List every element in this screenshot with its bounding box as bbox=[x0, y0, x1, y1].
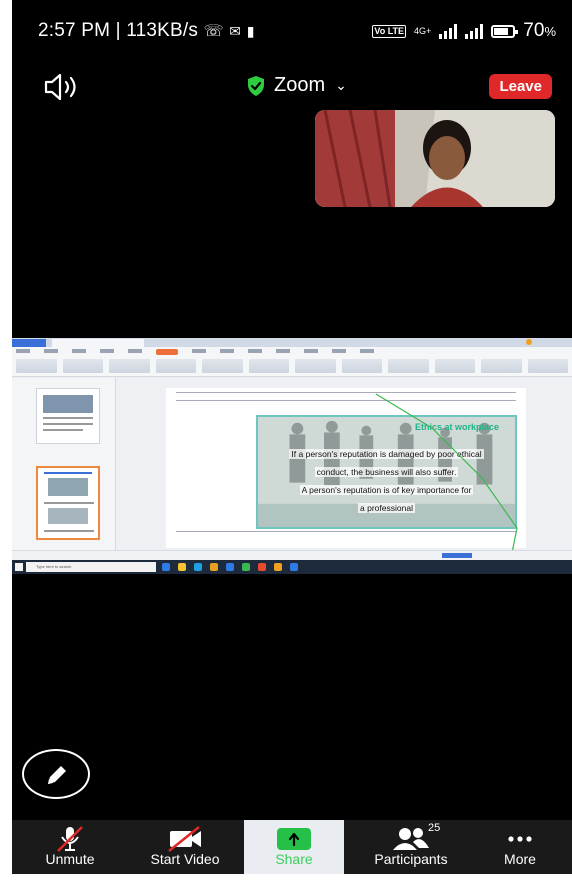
app-icon bbox=[226, 563, 234, 571]
video-record-icon: ▮ bbox=[246, 23, 255, 39]
app-icon bbox=[162, 563, 170, 571]
battery-percent: 70% bbox=[523, 20, 556, 42]
signal-icon-2 bbox=[465, 23, 484, 39]
chevron-down-icon: ⌄ bbox=[335, 77, 347, 93]
app-title: Zoom bbox=[274, 74, 326, 96]
icon-wrap bbox=[356, 826, 466, 852]
speaker-icon[interactable] bbox=[42, 72, 82, 102]
zoom-meeting-screen: 2:57 PM | 113KB/s ☏ ✉ ▮ Vo LTE 4G+ 70% Z… bbox=[12, 0, 572, 874]
app-icon bbox=[258, 563, 266, 571]
app-icon bbox=[242, 563, 250, 571]
video-off-icon bbox=[168, 826, 201, 852]
unmute-button[interactable]: Unmute bbox=[20, 820, 120, 874]
wps-status-row bbox=[12, 550, 572, 560]
taskbar-search: Type here to search bbox=[26, 562, 156, 572]
self-video-thumbnail[interactable] bbox=[315, 110, 555, 207]
windows-taskbar: Type here to search bbox=[12, 560, 572, 574]
participants-label: Participants bbox=[374, 851, 448, 867]
meeting-title-dropdown[interactable]: Zoom ⌄ bbox=[246, 74, 347, 97]
pencil-icon bbox=[48, 766, 66, 784]
taskbar-apps bbox=[162, 563, 298, 571]
android-nav-strip bbox=[0, 874, 572, 888]
zoom-slider bbox=[442, 553, 472, 558]
meeting-top-bar: Zoom ⌄ Leave bbox=[12, 68, 572, 108]
shield-check-icon bbox=[248, 75, 264, 96]
battery-icon bbox=[491, 24, 519, 38]
status-bar: 2:57 PM | 113KB/s ☏ ✉ ▮ Vo LTE 4G+ 70% bbox=[12, 0, 572, 62]
leave-button[interactable]: Leave bbox=[489, 74, 552, 99]
more-button[interactable]: More bbox=[470, 820, 570, 874]
participant-video bbox=[315, 110, 555, 207]
icon-wrap bbox=[244, 826, 344, 852]
battery-value: 70 bbox=[523, 20, 545, 41]
app-icon bbox=[290, 563, 298, 571]
share-label: Share bbox=[275, 851, 313, 867]
battery-unit: % bbox=[544, 24, 556, 39]
more-label: More bbox=[504, 851, 536, 867]
arrow-up-icon bbox=[288, 832, 300, 846]
more-dots-icon bbox=[508, 836, 532, 842]
annotation-line bbox=[375, 393, 518, 554]
taskbar-search-text: Type here to search bbox=[36, 564, 72, 569]
windows-start-icon bbox=[15, 563, 23, 571]
participants-icon bbox=[393, 828, 429, 850]
participants-button[interactable]: 25 Participants bbox=[356, 820, 466, 874]
app-icon bbox=[194, 563, 202, 571]
share-arrow-icon bbox=[277, 828, 311, 850]
app-icon bbox=[274, 563, 282, 571]
whatsapp-icon: ☏ bbox=[203, 23, 224, 40]
participants-count: 25 bbox=[428, 822, 441, 834]
icon-wrap bbox=[20, 826, 120, 852]
unmute-label: Unmute bbox=[45, 851, 95, 867]
volte-badge: Vo LTE bbox=[372, 24, 407, 38]
status-right: Vo LTE 4G+ 70% bbox=[372, 20, 556, 42]
status-time: 2:57 PM | 113KB/s ☏ ✉ ▮ bbox=[38, 20, 255, 42]
icon-wrap bbox=[130, 826, 240, 852]
icon-wrap bbox=[470, 826, 570, 852]
start-video-button[interactable]: Start Video bbox=[130, 820, 240, 874]
start-video-label: Start Video bbox=[150, 851, 220, 867]
annotate-button[interactable] bbox=[22, 749, 90, 799]
notification-icon: ✉ bbox=[229, 23, 242, 39]
share-button[interactable]: Share bbox=[244, 820, 344, 874]
battery-fill bbox=[494, 27, 509, 35]
microphone-muted-icon bbox=[57, 826, 83, 852]
network-type: 4G+ bbox=[414, 26, 432, 36]
app-icon bbox=[210, 563, 218, 571]
time-speed-text: 2:57 PM | 113KB/s bbox=[38, 20, 199, 41]
app-icon bbox=[178, 563, 186, 571]
shared-screen[interactable]: Ethics at workplace If a person's reputa… bbox=[12, 338, 572, 574]
meeting-toolbar: Unmute Start Video Share 25 Participants… bbox=[12, 820, 572, 874]
signal-icon bbox=[439, 23, 458, 39]
